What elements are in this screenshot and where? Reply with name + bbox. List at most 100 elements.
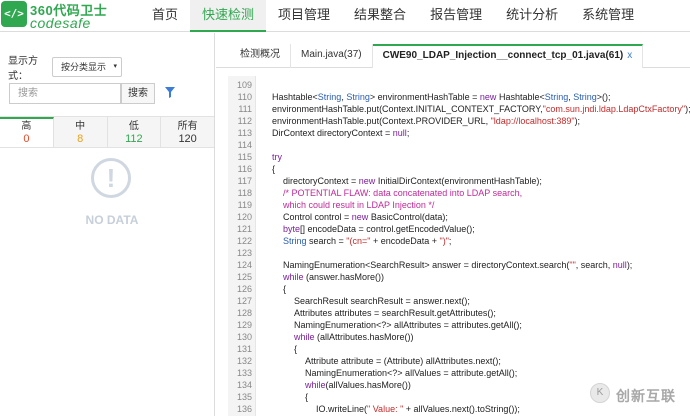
line-number: 130 [236, 332, 252, 342]
code-text: IO.writeLine(" Value: " + allValues.next… [316, 403, 520, 415]
code-token: Control control = [283, 212, 352, 222]
line-number: 131 [236, 344, 252, 354]
code-token: directoryContext = [283, 176, 359, 186]
watermark-logo-icon: K [590, 383, 610, 403]
nav-item-4[interactable]: 报告管理 [418, 0, 494, 32]
code-token: Hashtable< [496, 92, 545, 102]
editor-tab-2[interactable]: CWE90_LDAP_Injection__connect_tcp_01.jav… [372, 44, 644, 68]
editor-tabs: 检测概况 Main.java(37) CWE90_LDAP_Injection__c… [216, 44, 690, 68]
code-line: 114 [228, 139, 690, 151]
code-token: which could result in LDAP Injection */ [283, 200, 435, 210]
code-token: + allValues.next().toString()); [403, 404, 520, 414]
nav-item-2[interactable]: 项目管理 [266, 0, 342, 32]
code-token: ")" [439, 236, 449, 246]
code-line: 129 NamingEnumeration<?> allAttributes = … [228, 319, 690, 331]
code-line: 127 SearchResult searchResult = answer.ne… [228, 295, 690, 307]
nav-item-3[interactable]: 结果整合 [342, 0, 418, 32]
code-line: 116 { [228, 163, 690, 175]
app-logo[interactable]: </> 360代码卫士 codesafe [0, 0, 110, 32]
code-token: [] encodeData = control.getEncodedValue(… [300, 224, 475, 234]
editor-tab-1[interactable]: Main.java(37) [291, 44, 373, 68]
search-input[interactable]: 搜索 [9, 83, 121, 104]
code-token: String [283, 236, 307, 246]
line-number: 125 [236, 272, 252, 282]
code-text: while (allAttributes.hasMore()) [294, 331, 414, 343]
nav-item-1[interactable]: 快速检测 [190, 0, 267, 32]
severity-tab-2[interactable]: 低 112 [108, 117, 162, 147]
code-token: new [351, 212, 369, 222]
severity-tab-3[interactable]: 所有 120 [161, 117, 214, 147]
display-mode-select[interactable]: 按分类显示 ▾ [52, 57, 122, 77]
code-token: { [272, 164, 276, 174]
code-text: while(allValues.hasMore()) [305, 379, 411, 391]
code-token: "ldap://localhost:389" [490, 116, 575, 126]
code-text: /* POTENTIAL FLAW: data concatenated int… [283, 187, 522, 199]
code-text: String search = "(cn=" + encodeData + ")… [283, 235, 451, 247]
code-token: (allAttributes.hasMore()) [314, 332, 414, 342]
code-token: "com.sun.jndi.ldap.LdapCtxFactory" [542, 104, 686, 114]
code-text: DirContext directoryContext = null; [272, 127, 409, 139]
code-token: String [346, 92, 370, 102]
left-panel: 显示方式： 按分类显示 ▾ 搜索 搜索 高 0 中 8 低 112 所有 120 ! NO D… [0, 33, 215, 416]
code-text: NamingEnumeration<SearchResult> answer =… [283, 259, 632, 271]
code-token: null [392, 128, 407, 138]
filter-icon[interactable] [165, 87, 175, 98]
severity-tab-1[interactable]: 中8 [54, 117, 108, 147]
severity-tab-label: 低 [128, 121, 139, 132]
line-number: 133 [236, 368, 252, 378]
code-token: (answer.hasMore()) [303, 272, 385, 282]
code-text: { [305, 391, 308, 403]
editor-tab-label: CWE90_LDAP_Injection__connect_tcp_01.jav… [382, 50, 624, 61]
code-line: 119 which could result in LDAP Injection … [228, 199, 690, 211]
severity-tab-count: 112 [125, 133, 143, 145]
code-token: InitialDirContext(environmentHashTable); [375, 176, 542, 186]
code-line: 117 directoryContext = new InitialDirCont… [228, 175, 690, 187]
line-number: 136 [236, 404, 252, 414]
code-token: Hashtable< [272, 92, 318, 102]
nav-item-0[interactable]: 首页 [140, 0, 190, 32]
code-line: 126 { [228, 283, 690, 295]
nav-item-5[interactable]: 统计分析 [494, 0, 570, 32]
caret-down-icon: ▾ [113, 63, 117, 70]
line-number: 122 [236, 236, 252, 246]
editor-tab-label: Main.java(37) [301, 49, 362, 60]
nav-item-6[interactable]: 系统管理 [570, 0, 646, 32]
line-number: 123 [236, 248, 252, 258]
code-token: new [479, 92, 497, 102]
line-number: 110 [237, 92, 252, 102]
line-number: 109 [236, 80, 252, 90]
code-token: new [358, 176, 376, 186]
line-number: 126 [236, 284, 252, 294]
line-number: 113 [237, 128, 252, 138]
code-token: environmentHashTable.put(Context.INITIAL… [272, 104, 543, 114]
code-viewer[interactable]: 109 110 Hashtable<String, String> environm… [228, 76, 690, 416]
code-token: String [544, 92, 569, 102]
editor-tab-label: 检测概况 [240, 49, 280, 60]
code-line: 115 try [228, 151, 690, 163]
top-bar: </> 360代码卫士 codesafe 首页 快速检测 项目管理 结果整合 报告管理统… [0, 0, 690, 32]
editor-tab-0[interactable]: 检测概况 [230, 44, 291, 68]
code-token: " Value: " [367, 404, 404, 414]
code-text: Control control = new BasicControl(data)… [283, 211, 448, 223]
code-token: environmentHashTable.put(Context.PROVIDE… [272, 116, 491, 126]
code-line: 125 while (answer.hasMore()) [228, 271, 690, 283]
line-number: 111 [238, 104, 252, 114]
code-line: 121 byte[] encodeData = control.getEncode… [228, 223, 690, 235]
code-line: 130 while (allAttributes.hasMore()) [228, 331, 690, 343]
severity-tab-label: 中 [75, 121, 86, 132]
line-number: 135 [236, 392, 252, 402]
line-number: 115 [237, 152, 252, 162]
code-token: Attribute attribute = (Attribute) allAtt… [305, 356, 501, 366]
code-token: + encodeData + [370, 236, 440, 246]
code-token: >(); [596, 92, 611, 102]
code-text: byte[] encodeData = control.getEncodedVa… [283, 223, 475, 235]
code-text: { [272, 163, 275, 175]
code-line: 118 /* POTENTIAL FLAW: data concatenated … [228, 187, 690, 199]
severity-tab-0[interactable]: 高0 [0, 117, 54, 147]
code-token: SearchResult searchResult = answer.next(… [294, 296, 470, 306]
close-tab-icon[interactable]: x [627, 50, 632, 61]
code-token: while [294, 332, 315, 342]
code-text: environmentHashTable.put(Context.PROVIDE… [272, 115, 580, 127]
line-number: 134 [236, 380, 252, 390]
search-button[interactable]: 搜索 [121, 83, 155, 104]
